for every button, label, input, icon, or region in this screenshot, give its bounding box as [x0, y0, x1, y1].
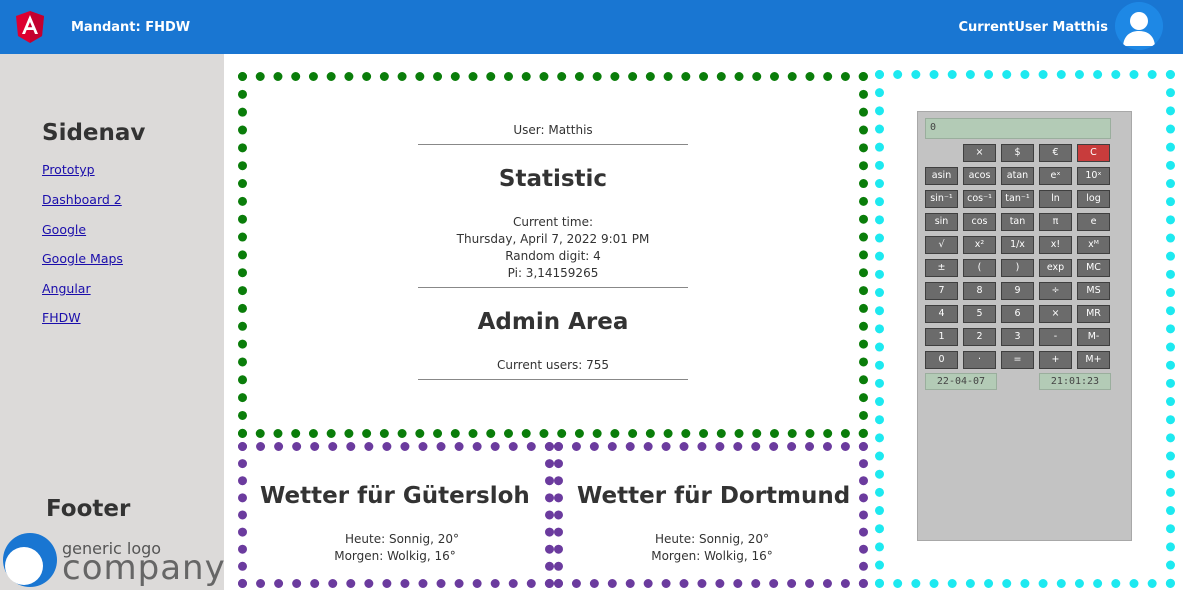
calc-key[interactable]: - [1039, 328, 1072, 346]
weather-today-guetersloh: Heute: Sonnig, 20° [345, 532, 459, 546]
weather-title-dortmund: Wetter für Dortmund [577, 483, 851, 509]
calc-key[interactable]: e [1077, 213, 1110, 231]
angular-logo-icon[interactable] [16, 11, 44, 43]
calc-key[interactable]: π [1039, 213, 1072, 231]
calc-key[interactable]: 8 [963, 282, 996, 300]
calc-key[interactable]: 4 [925, 305, 958, 323]
weather-title-guetersloh: Wetter für Gütersloh [260, 483, 530, 509]
pi-value: Pi: 3,14159265 [507, 266, 599, 280]
calc-key[interactable]: 1/x [1001, 236, 1034, 254]
calc-key[interactable]: √ [925, 236, 958, 254]
calculator: 0 × $ € Casin acos atan eˣ 10ˣ sin⁻¹ cos⁻¹ tan⁻¹ ln… [917, 111, 1132, 541]
calc-key[interactable]: 1 [925, 328, 958, 346]
mandant-label: Mandant: FHDW [71, 20, 191, 35]
calc-key[interactable]: exp [1039, 259, 1072, 277]
calc-key[interactable]: MC [1077, 259, 1110, 277]
calc-key[interactable]: cos⁻¹ [963, 190, 996, 208]
calc-key[interactable]: × [963, 144, 996, 162]
random-digit: Random digit: 4 [505, 249, 601, 263]
calc-key[interactable]: x² [963, 236, 996, 254]
nav-link-google-maps[interactable]: Google Maps [42, 251, 123, 266]
divider [418, 144, 688, 145]
calc-key[interactable]: ln [1039, 190, 1072, 208]
calc-key[interactable]: eˣ [1039, 167, 1072, 185]
nav-link-dashboard-2[interactable]: Dashboard 2 [42, 192, 122, 207]
calc-key[interactable]: MR [1077, 305, 1110, 323]
calc-key[interactable]: sin⁻¹ [925, 190, 958, 208]
calc-key[interactable]: = [1001, 351, 1034, 369]
divider [418, 287, 688, 288]
sidenav-title: Sidenav [42, 120, 146, 146]
calc-key[interactable]: tan⁻¹ [1001, 190, 1034, 208]
calc-key[interactable]: 3 [1001, 328, 1034, 346]
calc-key[interactable]: 9 [1001, 282, 1034, 300]
weather-tomorrow-guetersloh: Morgen: Wolkig, 16° [334, 549, 456, 563]
calc-key[interactable]: cos [963, 213, 996, 231]
calc-key[interactable]: 10ˣ [1077, 167, 1110, 185]
calc-key[interactable]: ÷ [1039, 282, 1072, 300]
divider [418, 379, 688, 380]
weather-panel-guetersloh [238, 442, 554, 588]
nav-link-google[interactable]: Google [42, 222, 86, 237]
top-toolbar: Mandant: FHDW CurrentUser Matthis [0, 0, 1183, 54]
calc-key[interactable]: × [1039, 305, 1072, 323]
current-time-label: Current time: [512, 215, 594, 229]
admin-area-title: Admin Area [477, 309, 629, 335]
calc-key[interactable]: 2 [963, 328, 996, 346]
calc-key[interactable]: 7 [925, 282, 958, 300]
calc-key[interactable]: ) [1001, 259, 1034, 277]
calc-key[interactable]: 0 [925, 351, 958, 369]
logo-big-text: company [62, 548, 226, 588]
user-line: User: Matthis [513, 123, 593, 137]
calc-key[interactable]: 6 [1001, 305, 1034, 323]
calculator-display: 0 [925, 118, 1111, 139]
calc-key[interactable]: 5 [963, 305, 996, 323]
statistic-title: Statistic [498, 166, 608, 192]
calc-key[interactable]: xᴹ [1077, 236, 1110, 254]
calc-key[interactable]: C [1077, 144, 1110, 162]
nav-link-angular[interactable]: Angular [42, 281, 91, 296]
current-time-value: Thursday, April 7, 2022 9:01 PM [456, 232, 650, 246]
calc-key[interactable]: M- [1077, 328, 1110, 346]
calc-key[interactable]: € [1039, 144, 1072, 162]
user-avatar-icon[interactable] [1115, 2, 1163, 50]
calculator-date: 22-04-07 [925, 373, 997, 390]
calc-key[interactable]: asin [925, 167, 958, 185]
calc-key[interactable]: M+ [1077, 351, 1110, 369]
calc-key[interactable]: tan [1001, 213, 1034, 231]
footer-title: Footer [46, 496, 131, 522]
calc-key[interactable]: ± [925, 259, 958, 277]
weather-today-dortmund: Heute: Sonnig, 20° [655, 532, 769, 546]
calc-key[interactable]: · [963, 351, 996, 369]
calculator-time: 21:01:23 [1039, 373, 1111, 390]
calc-key[interactable]: x! [1039, 236, 1072, 254]
calc-key[interactable]: acos [963, 167, 996, 185]
weather-panel-dortmund [554, 442, 868, 588]
company-logo-icon [3, 533, 57, 587]
calc-key[interactable]: $ [1001, 144, 1034, 162]
sidenav: Sidenav Prototyp Dashboard 2 Google Goog… [0, 54, 226, 590]
current-users: Current users: 755 [496, 358, 610, 372]
nav-link-prototyp[interactable]: Prototyp [42, 162, 95, 177]
calc-key[interactable]: ( [963, 259, 996, 277]
calc-key[interactable]: log [1077, 190, 1110, 208]
current-user-label: CurrentUser Matthis [958, 20, 1108, 35]
nav-link-fhdw[interactable]: FHDW [42, 310, 81, 325]
company-logo: generic logo company [2, 530, 226, 588]
calc-key[interactable]: + [1039, 351, 1072, 369]
calc-key[interactable]: MS [1077, 282, 1110, 300]
calc-key[interactable]: sin [925, 213, 958, 231]
calc-key[interactable]: atan [1001, 167, 1034, 185]
weather-tomorrow-dortmund: Morgen: Wolkig, 16° [651, 549, 773, 563]
